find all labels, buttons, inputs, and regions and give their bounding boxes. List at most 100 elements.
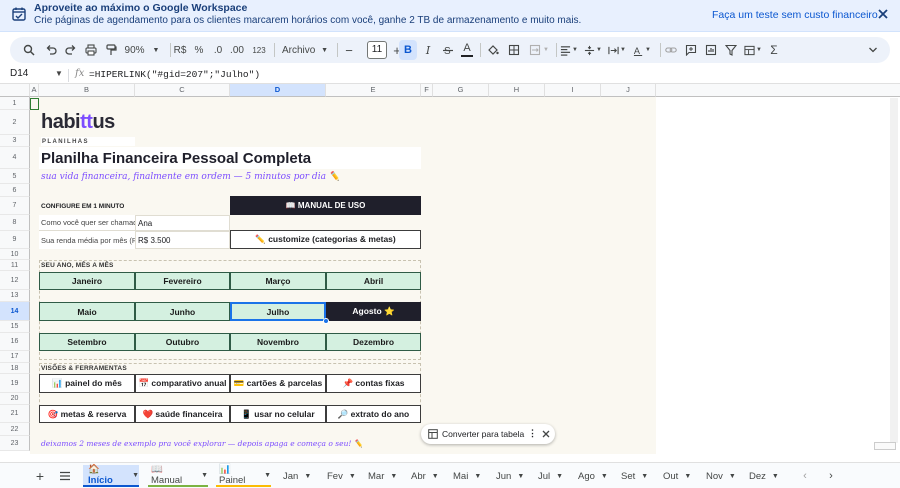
create-filter-button[interactable] [722, 37, 740, 63]
month-link-agosto[interactable]: Agosto ⭐ [326, 302, 421, 321]
row-header-selected[interactable]: 14 [0, 302, 30, 321]
paint-format-button[interactable] [102, 37, 120, 63]
row-header[interactable]: 13 [0, 290, 30, 302]
print-button[interactable] [82, 37, 100, 63]
insert-comment-button[interactable] [682, 37, 700, 63]
row-header[interactable]: 11 [0, 260, 30, 271]
tool-link-cartoes[interactable]: 💳 cartões & parcelas [230, 374, 326, 393]
merge-cells-button[interactable]: ▼ [526, 37, 552, 63]
hide-menus-button[interactable] [864, 37, 882, 63]
insert-link-button[interactable] [662, 37, 680, 63]
tab-jul[interactable]: Jul ▼ [535, 465, 571, 487]
row-header[interactable]: 7 [0, 197, 30, 215]
month-link-novembro[interactable]: Novembro [230, 333, 326, 351]
vertical-align-button[interactable]: ▼ [582, 37, 604, 63]
tab-ago[interactable]: Ago ▼ [575, 465, 615, 487]
tool-link-comparativo[interactable]: 📅 comparativo anual [135, 374, 230, 393]
horizontal-scroll-handle[interactable] [874, 442, 896, 450]
font-size-input[interactable]: 11 [367, 41, 387, 59]
decrease-font-size-button[interactable]: − [342, 37, 356, 63]
month-link-marco[interactable]: Março [230, 272, 326, 290]
free-trial-link[interactable]: Faça um teste sem custo financeiro [712, 9, 878, 21]
insert-chart-button[interactable] [702, 37, 720, 63]
name-box[interactable]: D14 [10, 68, 28, 79]
text-color-button[interactable]: A [458, 37, 476, 63]
close-icon[interactable] [542, 430, 550, 438]
month-link-abril[interactable]: Abril [326, 272, 421, 290]
formula-input[interactable]: =HIPERLINK("#gid=207";"Julho") [89, 69, 260, 80]
row-header[interactable]: 21 [0, 405, 30, 423]
tool-link-celular[interactable]: 📱 usar no celular [230, 405, 326, 423]
percent-format-button[interactable]: % [192, 37, 206, 63]
column-header-i[interactable]: I [545, 84, 601, 97]
column-header-d[interactable]: D [230, 84, 326, 97]
tab-abr[interactable]: Abr ▼ [408, 465, 444, 487]
select-all-corner[interactable] [0, 84, 30, 97]
tab-inicio[interactable]: 🏠 Início ▼ [83, 464, 139, 487]
search-menus-button[interactable] [20, 37, 38, 63]
horizontal-align-button[interactable]: ▼ [558, 37, 580, 63]
row-header[interactable]: 6 [0, 184, 30, 197]
scroll-tabs-left-button[interactable]: ‹ [798, 465, 812, 487]
row-header[interactable]: 8 [0, 215, 30, 231]
scroll-tabs-right-button[interactable]: › [824, 465, 838, 487]
number-format-button[interactable]: 123 [250, 37, 268, 63]
row-header[interactable]: 18 [0, 363, 30, 374]
row-header[interactable]: 23 [0, 436, 30, 451]
tool-link-contas-fixas[interactable]: 📌 contas fixas [326, 374, 421, 393]
filter-views-button[interactable]: ▼ [742, 37, 764, 63]
tool-link-painel[interactable]: 📊 painel do mês [39, 374, 135, 393]
column-header-f[interactable]: F [421, 84, 433, 97]
column-header-e[interactable]: E [326, 84, 421, 97]
row-header[interactable]: 10 [0, 249, 30, 260]
income-input[interactable]: R$ 3.500 [135, 231, 230, 249]
tool-link-extrato[interactable]: 🔎 extrato do ano [326, 405, 421, 423]
column-header-g[interactable]: G [433, 84, 489, 97]
italic-button[interactable]: I [420, 37, 436, 63]
tab-jun[interactable]: Jun ▼ [493, 465, 529, 487]
convert-to-table-chip[interactable]: Converter para tabela ⋮ [421, 424, 555, 444]
row-header[interactable]: 1 [0, 97, 30, 110]
font-family-select[interactable]: Archivo ▼ [278, 37, 332, 63]
row-header[interactable]: 20 [0, 393, 30, 405]
column-header-a[interactable]: A [30, 84, 39, 97]
row-header[interactable]: 2 [0, 110, 30, 135]
add-sheet-button[interactable]: + [32, 465, 48, 487]
functions-button[interactable]: Σ [766, 37, 782, 63]
customize-button[interactable]: ✏️ customize (categorias & metas) [230, 230, 421, 249]
tab-mar[interactable]: Mar ▼ [365, 465, 401, 487]
currency-format-button[interactable]: R$ [172, 37, 188, 63]
tab-mai[interactable]: Mai ▼ [450, 465, 486, 487]
close-icon[interactable] [875, 6, 891, 22]
more-options-icon[interactable]: ⋮ [528, 428, 537, 439]
month-link-junho[interactable]: Junho [135, 302, 230, 321]
tab-painel[interactable]: 📊 Painel ▼ [216, 464, 271, 487]
row-header[interactable]: 17 [0, 351, 30, 363]
row-header[interactable]: 4 [0, 147, 30, 169]
row-header[interactable]: 22 [0, 423, 30, 436]
tool-link-metas[interactable]: 🎯 metas & reserva [39, 405, 135, 423]
row-header[interactable]: 12 [0, 271, 30, 290]
decrease-decimal-button[interactable]: .0 [210, 37, 226, 63]
increase-decimal-button[interactable]: .00 [228, 37, 246, 63]
month-link-dezembro[interactable]: Dezembro [326, 333, 421, 351]
month-link-julho[interactable]: Julho [230, 302, 326, 321]
selection-fill-handle[interactable] [323, 318, 329, 324]
tool-link-saude[interactable]: ❤️ saúde financeira [135, 405, 230, 423]
manual-button[interactable]: 📖 MANUAL DE USO [230, 196, 421, 215]
row-header[interactable]: 16 [0, 333, 30, 351]
vertical-scrollbar[interactable] [890, 98, 898, 443]
cell-a1[interactable] [30, 98, 39, 110]
tab-nov[interactable]: Nov ▼ [703, 465, 743, 487]
row-header[interactable]: 15 [0, 321, 30, 333]
all-sheets-button[interactable] [56, 465, 74, 487]
zoom-select[interactable]: 90% ▼ [122, 37, 162, 63]
row-header[interactable]: 3 [0, 135, 30, 147]
fill-color-button[interactable] [484, 37, 502, 63]
borders-button[interactable] [505, 37, 523, 63]
redo-button[interactable] [62, 37, 80, 63]
month-link-outubro[interactable]: Outubro [135, 333, 230, 351]
column-header-b[interactable]: B [39, 84, 135, 97]
column-header-c[interactable]: C [135, 84, 230, 97]
tab-dez[interactable]: Dez ▼ [746, 465, 786, 487]
